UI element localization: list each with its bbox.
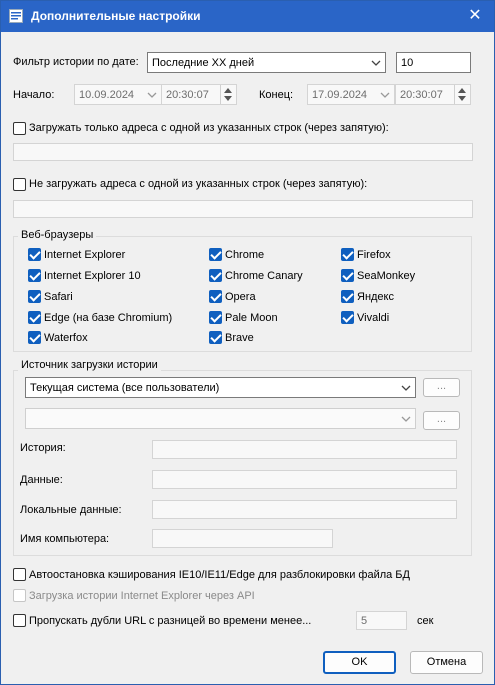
exclude-urls-label: Не загружать адреса с одной из указанных… [29,178,368,190]
close-icon[interactable]: ✕ [464,6,486,26]
browser-chrome-checkbox[interactable] [209,248,222,261]
source-select[interactable]: Текущая система (все пользователи) [25,377,416,398]
browser-seamonkey-checkbox[interactable] [341,269,354,282]
browser-opera-label: Opera [225,291,256,303]
browser-ie-label: Internet Explorer [44,249,126,261]
browser-edge-checkbox[interactable] [28,311,41,324]
browser-brave-checkbox[interactable] [209,331,222,344]
autostop-checkbox[interactable] [13,568,26,581]
skip-dupes-checkbox[interactable] [13,614,26,627]
browser-firefox-label: Firefox [357,249,391,261]
browser-vivaldi-checkbox[interactable] [341,311,354,324]
browser-edge-label: Edge (на базе Chromium) [44,312,173,324]
browser-brave-label: Brave [225,332,254,344]
skip-dupes-label: Пропускать дубли URL с разницей во време… [29,615,312,627]
browser-chrome-canary-label: Chrome Canary [225,270,303,282]
end-time-input[interactable]: 20:30:07 [395,84,471,105]
start-time-input[interactable]: 20:30:07 [161,84,237,105]
browser-chrome-label: Chrome [225,249,265,261]
history-path-label: История: [20,442,66,454]
computer-name-input[interactable] [152,529,333,548]
end-time-spinner[interactable] [454,85,470,104]
browser-safari-checkbox[interactable] [28,290,41,303]
date-filter-mode-select[interactable]: Последние XX дней [147,52,386,73]
browser-opera-checkbox[interactable] [209,290,222,303]
exclude-urls-checkbox[interactable] [13,178,26,191]
local-data-path-label: Локальные данные: [20,504,122,516]
date-filter-mode-value: Последние XX дней [152,57,255,69]
browser-waterfox-checkbox[interactable] [28,331,41,344]
start-time-value: 20:30:07 [166,89,209,101]
date-filter-label: Фильтр истории по дате: [13,56,139,68]
title-bar: Дополнительные настройки ✕ [1,1,494,32]
exclude-urls-input[interactable] [13,200,473,218]
end-time-value: 20:30:07 [400,89,443,101]
skip-dupes-seconds-value: 5 [361,615,368,627]
browser-safari-label: Safari [44,291,73,303]
skip-dupes-seconds-input[interactable]: 5 [356,611,407,630]
chevron-down-icon [401,385,411,391]
browser-waterfox-label: Waterfox [44,332,88,344]
computer-name-label: Имя компьютера: [20,533,110,545]
end-date-picker[interactable]: 17.09.2024 [307,84,395,105]
browsers-group-title: Веб-браузеры [18,229,97,241]
source-secondary-select[interactable] [25,408,416,429]
local-data-path-input[interactable] [152,500,457,519]
source-secondary-browse-button[interactable]: ... [423,411,460,430]
days-count-value: 10 [401,57,414,69]
cancel-button[interactable]: Отмена [410,651,483,674]
start-date-value: 10.09.2024 [79,89,135,101]
autostop-label: Автоостановка кэширования IE10/IE11/Edge… [29,569,410,581]
include-urls-label: Загружать только адреса с одной из указа… [29,122,389,134]
ie-api-label: Загрузка истории Internet Explorer через… [29,590,255,602]
end-date-value: 17.09.2024 [312,89,368,101]
chevron-down-icon [380,92,390,98]
browser-vivaldi-label: Vivaldi [357,312,390,324]
end-label: Конец: [259,89,294,101]
include-urls-input[interactable] [13,143,473,161]
source-browse-button[interactable]: ... [423,378,460,397]
start-date-picker[interactable]: 10.09.2024 [74,84,162,105]
ok-button[interactable]: OK [323,651,396,674]
browser-chrome-canary-checkbox[interactable] [209,269,222,282]
browser-seamonkey-label: SeaMonkey [357,270,416,282]
source-select-value: Текущая система (все пользователи) [30,382,220,394]
window-title: Дополнительные настройки [31,9,201,23]
browser-ie10-checkbox[interactable] [28,269,41,282]
ie-api-checkbox[interactable] [13,589,26,602]
include-urls-checkbox[interactable] [13,122,26,135]
browser-ie-checkbox[interactable] [28,248,41,261]
chevron-down-icon [371,60,381,66]
data-path-label: Данные: [20,474,63,486]
start-label: Начало: [13,89,55,101]
days-count-input[interactable]: 10 [396,52,471,73]
start-time-spinner[interactable] [220,85,236,104]
browser-yandex-checkbox[interactable] [341,290,354,303]
seconds-unit-label: сек [417,615,434,627]
source-group-title: Источник загрузки истории [18,359,161,371]
browser-palemoon-label: Pale Moon [225,312,278,324]
dialog-window: Дополнительные настройки ✕ Фильтр истори… [0,0,495,685]
browser-firefox-checkbox[interactable] [341,248,354,261]
browser-ie10-label: Internet Explorer 10 [44,270,141,282]
app-icon [9,9,23,23]
chevron-down-icon [401,416,411,422]
browser-palemoon-checkbox[interactable] [209,311,222,324]
browser-yandex-label: Яндекс [357,291,394,303]
data-path-input[interactable] [152,470,457,489]
chevron-down-icon [147,92,157,98]
history-path-input[interactable] [152,440,457,459]
